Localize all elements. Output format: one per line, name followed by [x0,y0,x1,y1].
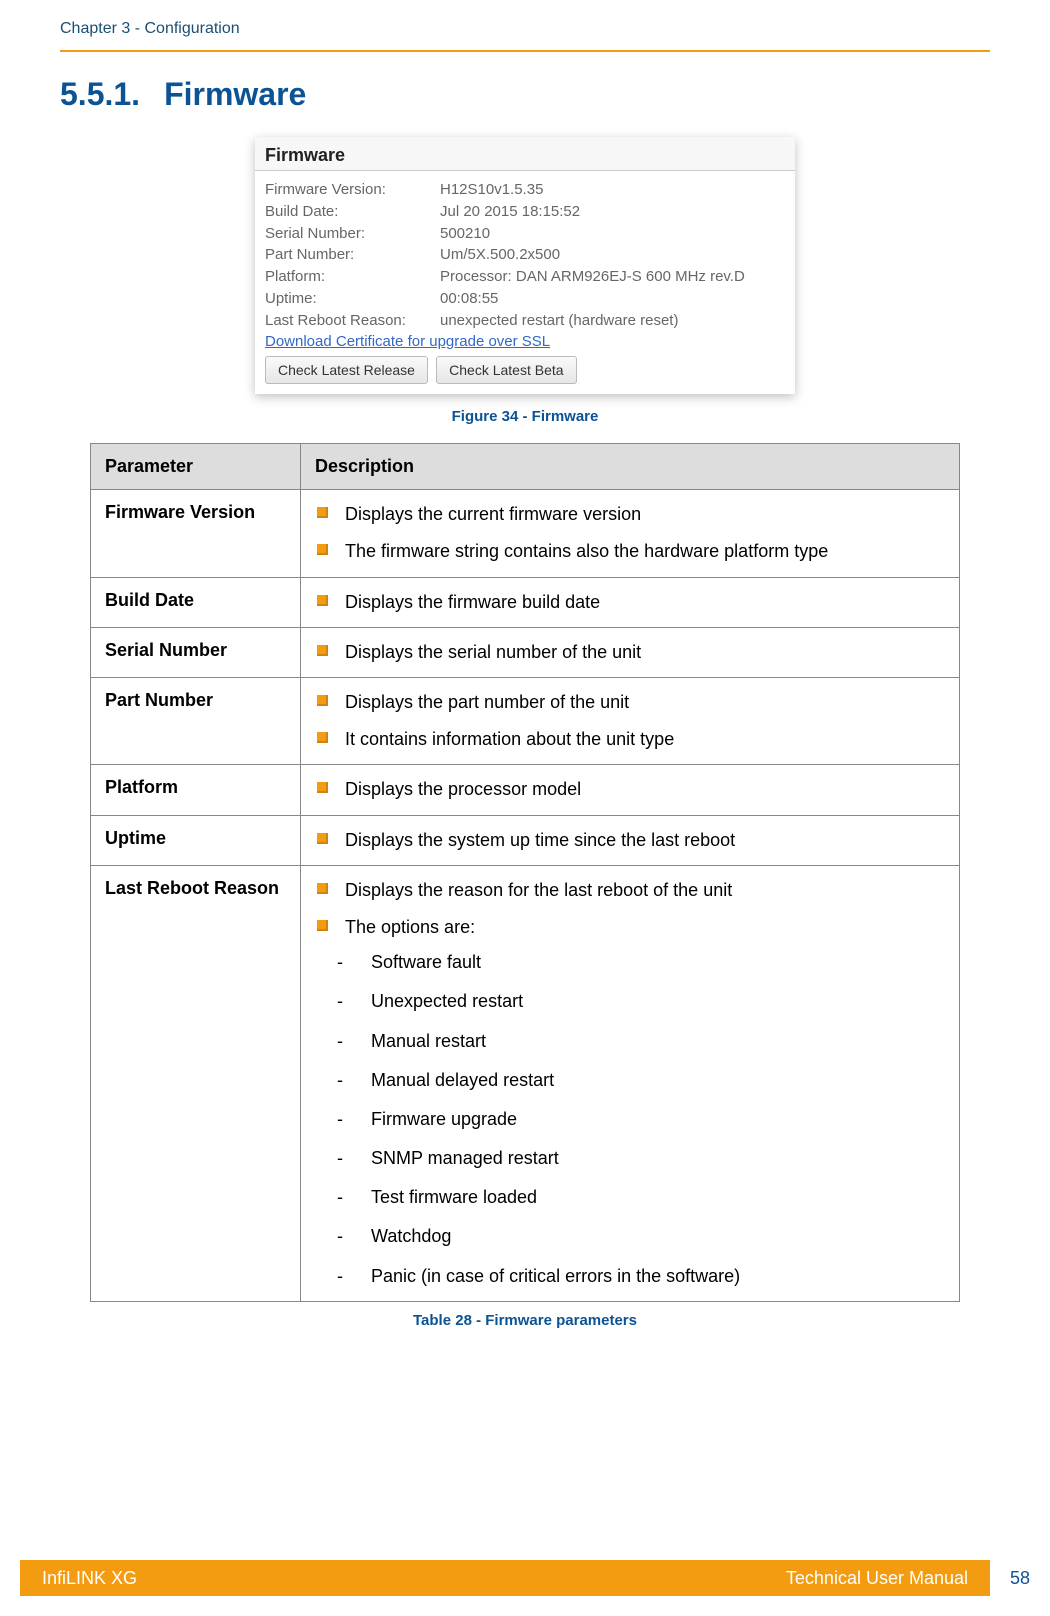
table-row: Last Reboot Reason Displays the reason f… [91,865,960,1301]
bullet: Displays the reason for the last reboot … [315,878,945,903]
footer-left: InfiLINK XG [42,1568,137,1589]
table-row: Build Date Displays the firmware build d… [91,577,960,627]
param-name: Serial Number [91,627,301,677]
firmware-panel-title: Firmware [255,137,795,171]
section-heading: 5.5.1. Firmware [60,76,990,113]
value: 500210 [440,223,785,245]
firmware-row: Last Reboot Reason:unexpected restart (h… [265,310,785,332]
param-desc: Displays the system up time since the la… [301,815,960,865]
page-footer: InfiLINK XG Technical User Manual 58 [0,1560,1050,1596]
sub-bullet: Watchdog [315,1224,945,1249]
param-desc: Displays the serial number of the unit [301,627,960,677]
param-desc: Displays the processor model [301,765,960,815]
sub-bullet: Unexpected restart [315,989,945,1014]
label: Build Date: [265,201,440,223]
check-latest-release-button[interactable]: Check Latest Release [265,356,428,384]
table-row: Platform Displays the processor model [91,765,960,815]
table-caption: Table 28 - Firmware parameters [60,1312,990,1329]
sub-bullet: Manual delayed restart [315,1068,945,1093]
label: Part Number: [265,244,440,266]
footer-right: Technical User Manual [786,1568,968,1589]
value: Um/5X.500.2x500 [440,244,785,266]
param-name: Platform [91,765,301,815]
sub-bullet: Firmware upgrade [315,1107,945,1132]
page-number: 58 [990,1568,1050,1589]
label: Firmware Version: [265,179,440,201]
bullet: Displays the processor model [315,777,945,802]
table-row: Part Number Displays the part number of … [91,678,960,765]
bullet: The options are: [315,915,945,940]
label: Last Reboot Reason: [265,310,440,332]
value: Jul 20 2015 18:15:52 [440,201,785,223]
value: H12S10v1.5.35 [440,179,785,201]
bullet: Displays the current firmware version [315,502,945,527]
bullet: It contains information about the unit t… [315,727,945,752]
label: Platform: [265,266,440,288]
sub-bullet: Test firmware loaded [315,1185,945,1210]
bullet: Displays the part number of the unit [315,690,945,715]
chapter-header: Chapter 3 - Configuration [60,20,990,46]
sub-bullet: SNMP managed restart [315,1146,945,1171]
bullet: Displays the serial number of the unit [315,640,945,665]
param-name: Firmware Version [91,490,301,577]
firmware-row: Platform:Processor: DAN ARM926EJ-S 600 M… [265,266,785,288]
header-divider [60,50,990,52]
param-name: Part Number [91,678,301,765]
sub-bullet: Manual restart [315,1029,945,1054]
section-title: Firmware [164,76,306,112]
param-name: Uptime [91,815,301,865]
bullet: Displays the system up time since the la… [315,828,945,853]
firmware-row: Part Number:Um/5X.500.2x500 [265,244,785,266]
param-name: Last Reboot Reason [91,865,301,1301]
download-cert-link[interactable]: Download Certificate for upgrade over SS… [265,333,550,350]
col-description: Description [301,444,960,490]
param-desc: Displays the reason for the last reboot … [301,865,960,1301]
firmware-row: Uptime:00:08:55 [265,288,785,310]
check-latest-beta-button[interactable]: Check Latest Beta [436,356,576,384]
firmware-row: Firmware Version:H12S10v1.5.35 [265,179,785,201]
figure-caption: Figure 34 - Firmware [452,408,599,425]
table-row: Firmware Version Displays the current fi… [91,490,960,577]
value: Processor: DAN ARM926EJ-S 600 MHz rev.D [440,266,785,288]
table-row: Serial Number Displays the serial number… [91,627,960,677]
section-number: 5.5.1. [60,76,140,113]
param-name: Build Date [91,577,301,627]
param-desc: Displays the firmware build date [301,577,960,627]
firmware-row: Serial Number:500210 [265,223,785,245]
bullet: Displays the firmware build date [315,590,945,615]
firmware-row: Build Date:Jul 20 2015 18:15:52 [265,201,785,223]
sub-bullet: Software fault [315,950,945,975]
label: Uptime: [265,288,440,310]
parameters-table: Parameter Description Firmware Version D… [90,443,960,1302]
col-parameter: Parameter [91,444,301,490]
bullet: The firmware string contains also the ha… [315,539,945,564]
label: Serial Number: [265,223,440,245]
param-desc: Displays the current firmware version Th… [301,490,960,577]
firmware-panel: Firmware Firmware Version:H12S10v1.5.35 … [255,137,795,394]
sub-bullet: Panic (in case of critical errors in the… [315,1264,945,1289]
table-row: Uptime Displays the system up time since… [91,815,960,865]
value: 00:08:55 [440,288,785,310]
value: unexpected restart (hardware reset) [440,310,785,332]
param-desc: Displays the part number of the unit It … [301,678,960,765]
